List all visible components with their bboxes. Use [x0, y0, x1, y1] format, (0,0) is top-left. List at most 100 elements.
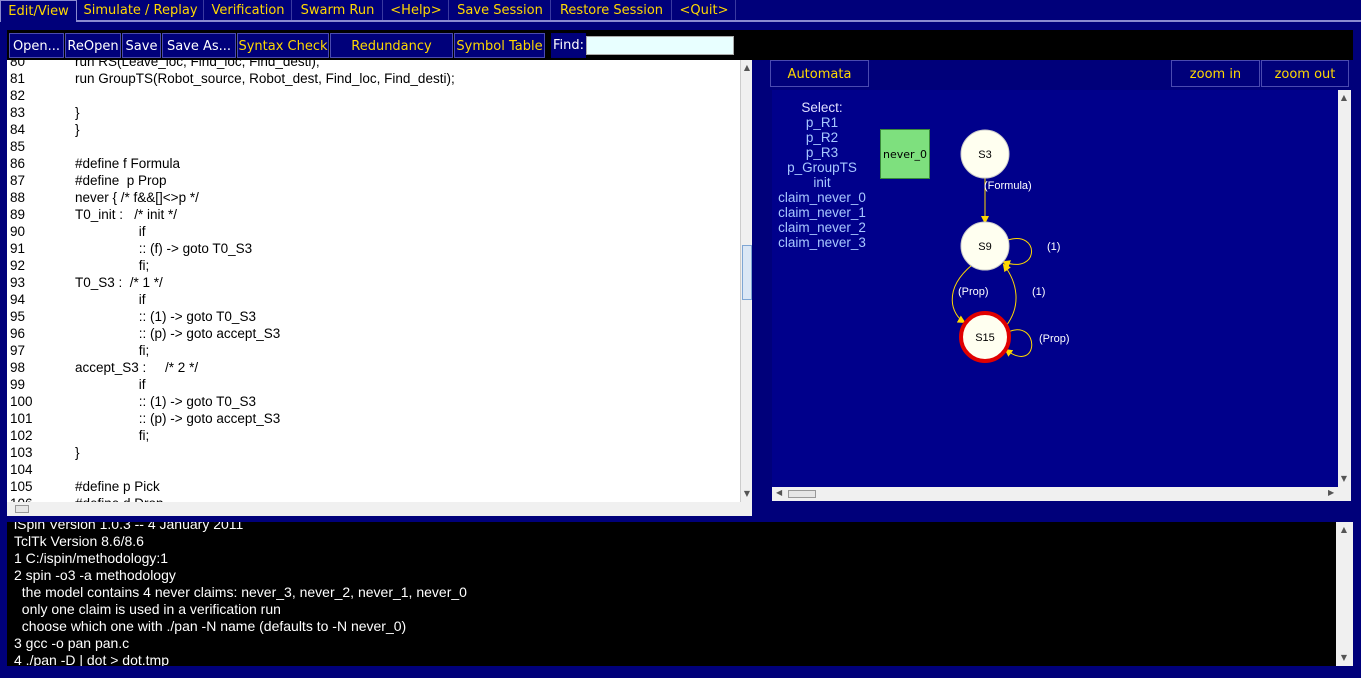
editor-horizontal-scrollbar[interactable] — [7, 502, 752, 516]
automata-view-button[interactable]: Automata View — [770, 60, 869, 109]
console-scrollbar[interactable]: ▲ ▼ — [1336, 522, 1353, 666]
code-text: :: (1) -> goto T0_S3 — [75, 394, 256, 409]
code-editor[interactable]: 80 run RS(Leave_loc, Find_loc, Find_desti… — [7, 60, 740, 502]
console-scroll-down-icon[interactable]: ▼ — [1338, 652, 1350, 664]
code-line: 86 #define f Formula — [7, 156, 740, 173]
code-text: never { /* f&&[]<>p */ — [75, 190, 199, 205]
code-text: :: (1) -> goto T0_S3 — [75, 309, 256, 324]
line-number: 85 — [10, 139, 26, 154]
state-s3-label: S3 — [978, 149, 991, 161]
edge-label-s9-s15: (Prop) — [958, 286, 989, 298]
code-text: accept_S3 : /* 2 */ — [75, 360, 199, 375]
automata-horizontal-scrollbar[interactable]: ◀ ▶ — [772, 487, 1351, 501]
code-text: #define f Formula — [75, 156, 181, 171]
tab-verification[interactable]: Verification — [205, 0, 292, 22]
edge-s15-s9 — [1002, 263, 1017, 327]
line-number: 91 — [10, 241, 26, 256]
code-line: 98 accept_S3 : /* 2 */ — [7, 360, 740, 377]
redundancy-check-button[interactable]: Redundancy Check — [330, 33, 453, 79]
line-number: 87 — [10, 173, 26, 188]
code-line: 83} — [7, 105, 740, 122]
find-label: Find: — [551, 33, 586, 58]
line-number: 104 — [10, 462, 33, 477]
code-text: } — [75, 122, 80, 137]
toolbar: Open... ReOpen Save Save As... Syntax Ch… — [7, 30, 1353, 79]
syntax-check-button[interactable]: Syntax Check — [237, 33, 329, 58]
tab-edit-view[interactable]: Edit/View — [0, 0, 77, 22]
automata-vertical-scrollbar[interactable]: ▲ ▼ — [1338, 90, 1351, 487]
code-line: 84} — [7, 122, 740, 139]
line-number: 97 — [10, 343, 26, 358]
automata-scroll-right-icon[interactable]: ▶ — [1328, 488, 1334, 497]
editor-hscroll-thumb[interactable] — [15, 505, 29, 513]
tab-save-session[interactable]: Save Session — [450, 0, 551, 22]
zoom-out-button[interactable]: zoom out — [1261, 60, 1349, 87]
tab-restore-session[interactable]: Restore Session — [552, 0, 672, 22]
tab-swarm-run[interactable]: Swarm Run — [293, 0, 383, 22]
line-number: 81 — [10, 71, 26, 86]
line-number: 88 — [10, 190, 26, 205]
console-line: 2 spin -o3 -a methodology — [14, 567, 176, 583]
automata-header: Automata View zoom in zoom out — [769, 60, 1349, 109]
automata-scroll-down-icon[interactable]: ▼ — [1338, 473, 1350, 485]
zoom-in-button[interactable]: zoom in — [1171, 60, 1260, 87]
code-line: 81 run GroupTS(Robot_source, Robot_dest, … — [7, 71, 740, 88]
save-as-button[interactable]: Save As... — [162, 33, 236, 58]
tab-help[interactable]: <Help> — [384, 0, 449, 22]
open-button[interactable]: Open... — [9, 33, 64, 58]
code-text: if — [75, 292, 146, 307]
code-text: T0_S3 : /* 1 */ — [75, 275, 163, 290]
automata-scroll-up-icon[interactable]: ▲ — [1338, 92, 1350, 104]
automata-canvas[interactable]: Select: p_R1 p_R2 p_R3 p_GroupTS init claim_n… — [772, 90, 1338, 487]
line-number: 93 — [10, 275, 26, 290]
console-scroll-up-icon[interactable]: ▲ — [1338, 524, 1350, 536]
reopen-button[interactable]: ReOpen — [65, 33, 121, 58]
automata-hscroll-thumb[interactable] — [788, 490, 816, 498]
line-number: 86 — [10, 156, 26, 171]
line-number: 100 — [10, 394, 33, 409]
console-line: choose which one with ./pan -N name (def… — [14, 618, 407, 634]
line-number: 80 — [10, 60, 26, 69]
code-text: :: (p) -> goto accept_S3 — [75, 326, 281, 341]
console-output[interactable]: iSpin Version 1.0.3 -- 4 January 2011 Tcl… — [7, 522, 1336, 666]
ispin-window: Edit/View Simulate / Replay Verification… — [0, 0, 1361, 678]
line-number: 99 — [10, 377, 26, 392]
line-number: 92 — [10, 258, 26, 273]
code-text: #define p Pick — [75, 479, 160, 494]
scroll-down-icon[interactable]: ▼ — [741, 488, 753, 500]
code-text: :: (f) -> goto T0_S3 — [75, 241, 253, 256]
code-line: 93 T0_S3 : /* 1 */ — [7, 275, 740, 292]
console-line: the model contains 4 never claims: never… — [14, 584, 467, 600]
code-text: } — [75, 105, 80, 120]
code-line: 99 if — [7, 377, 740, 394]
code-line: 103} — [7, 445, 740, 462]
code-line: 105 #define p Pick — [7, 479, 740, 496]
code-line: 100 :: (1) -> goto T0_S3 — [7, 394, 740, 411]
line-number: 102 — [10, 428, 33, 443]
code-text: fi; — [75, 428, 150, 443]
find-input[interactable] — [586, 36, 734, 55]
line-number: 96 — [10, 326, 26, 341]
top-menu: Edit/View Simulate / Replay Verification… — [0, 0, 1361, 22]
line-number: 103 — [10, 445, 33, 460]
symbol-table-button[interactable]: Symbol Table — [454, 33, 545, 58]
code-line: 104 — [7, 462, 740, 479]
tab-simulate-replay[interactable]: Simulate / Replay — [78, 0, 204, 22]
line-number: 105 — [10, 479, 33, 494]
code-text: } — [75, 445, 80, 460]
editor-scroll-thumb[interactable] — [742, 245, 752, 300]
editor-vertical-scrollbar[interactable]: ▲ ▼ — [740, 60, 752, 502]
code-line: 82 — [7, 88, 740, 105]
scroll-up-icon[interactable]: ▲ — [741, 62, 753, 74]
edge-label-s15-self: (Prop) — [1039, 333, 1070, 345]
edge-label-s15-s9: (1) — [1032, 286, 1045, 298]
tab-quit[interactable]: <Quit> — [673, 0, 736, 22]
console-line: 1 C:/ispin/methodology:1 — [14, 550, 169, 566]
code-line: 96 :: (p) -> goto accept_S3 — [7, 326, 740, 343]
line-number: 90 — [10, 224, 26, 239]
console-line: iSpin Version 1.0.3 -- 4 January 2011 — [14, 522, 244, 532]
code-text: :: (p) -> goto accept_S3 — [75, 411, 281, 426]
state-s9-label: S9 — [978, 241, 991, 253]
save-button[interactable]: Save — [122, 33, 161, 58]
automata-scroll-left-icon[interactable]: ◀ — [776, 488, 782, 497]
